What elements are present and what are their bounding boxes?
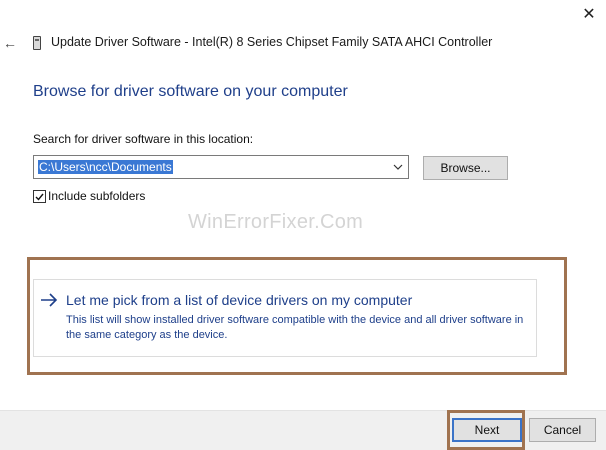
path-combobox[interactable]: C:\Users\ncc\Documents [33,155,409,179]
cancel-button[interactable]: Cancel [529,418,596,442]
include-subfolders-checkbox[interactable] [33,190,46,203]
window-title: Update Driver Software - Intel(R) 8 Seri… [51,35,493,49]
search-location-label: Search for driver software in this locat… [33,132,254,146]
page-heading: Browse for driver software on your compu… [33,83,348,100]
checkmark-icon [35,193,44,201]
pick-from-list-option[interactable]: Let me pick from a list of device driver… [33,279,537,357]
browse-button[interactable]: Browse... [423,156,508,180]
device-icon [33,36,41,50]
include-subfolders-label[interactable]: Include subfolders [48,189,145,203]
close-button[interactable]: ✕ [572,0,606,28]
close-icon: ✕ [582,6,596,23]
next-button[interactable]: Next [452,418,522,442]
back-arrow-icon: ← [3,35,17,51]
chevron-down-icon[interactable] [390,158,406,176]
back-button[interactable]: ← [0,33,20,53]
pick-option-description: This list will show installed driver sof… [66,314,524,341]
watermark-text: WinErrorFixer.Com [188,211,364,233]
pick-option-title[interactable]: Let me pick from a list of device driver… [66,292,412,308]
arrow-right-icon [39,292,59,308]
path-input-value[interactable]: C:\Users\ncc\Documents [38,160,173,174]
